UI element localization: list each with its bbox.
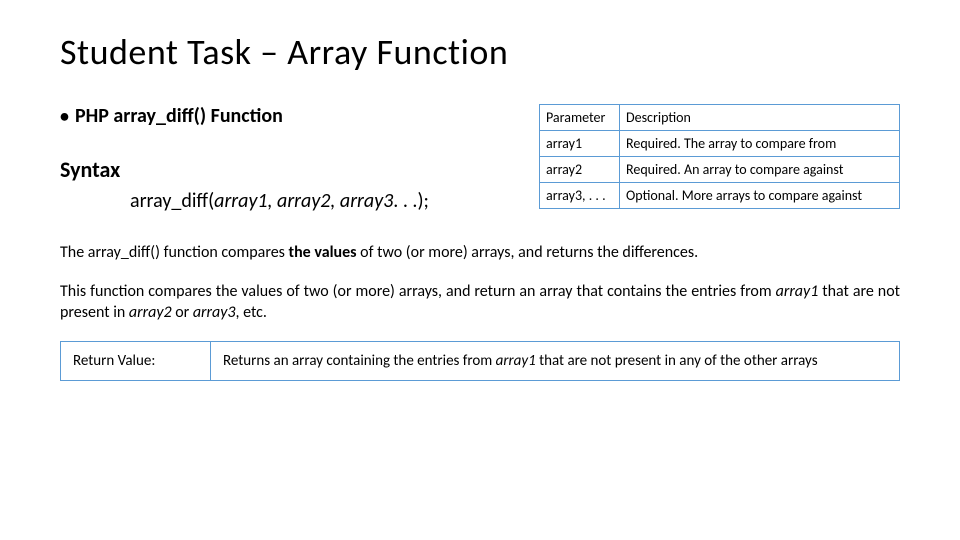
desc-cell: Optional. More arrays to compare against — [620, 183, 900, 209]
syntax-args: array1, array2, array3 — [214, 189, 393, 213]
rt-b: array1 — [496, 352, 536, 370]
upper-row: • PHP array_diff() Function Syntax array… — [60, 104, 900, 213]
p2-e: or — [172, 303, 193, 322]
bullet-icon: • — [60, 105, 69, 127]
subheading-text: PHP array_diff() Function — [75, 104, 283, 128]
syntax-code: array_diff(array1, array2, array3. . .); — [60, 189, 519, 213]
rt-c: that are not present in any of the other… — [536, 352, 818, 370]
desc-cell: Required. An array to compare against — [620, 157, 900, 183]
table-row: array1 Required. The array to compare fr… — [540, 131, 900, 157]
paragraph-2: This function compares the values of two… — [60, 282, 900, 324]
param-cell: array3, . . . — [540, 183, 620, 209]
param-cell: array2 — [540, 157, 620, 183]
p2-d: array2 — [129, 303, 172, 322]
p2-g: , etc. — [236, 303, 267, 322]
p1-c: of two (or more) arrays, and returns the… — [357, 243, 699, 262]
table-row: array2 Required. An array to compare aga… — [540, 157, 900, 183]
syntax-tail: . . .); — [393, 189, 429, 213]
p1-b: the values — [289, 243, 357, 262]
left-column: • PHP array_diff() Function Syntax array… — [60, 104, 519, 213]
header-parameter: Parameter — [540, 105, 620, 131]
parameter-table: Parameter Description array1 Required. T… — [539, 104, 900, 209]
syntax-block: Syntax array_diff(array1, array2, array3… — [60, 156, 519, 213]
table-header-row: Parameter Description — [540, 105, 900, 131]
header-description: Description — [620, 105, 900, 131]
table-row: array3, . . . Optional. More arrays to c… — [540, 183, 900, 209]
p2-a: This function compares the values of two… — [60, 282, 776, 301]
paragraph-1: The array_diff() function compares the v… — [60, 243, 900, 264]
table-row: Return Value: Returns an array containin… — [61, 342, 900, 381]
subheading: • PHP array_diff() Function — [60, 104, 519, 128]
syntax-fn: array_diff( — [130, 189, 214, 213]
return-label-cell: Return Value: — [61, 342, 211, 381]
syntax-label: Syntax — [60, 156, 519, 183]
return-text-cell: Returns an array containing the entries … — [211, 342, 900, 381]
page-title: Student Task – Array Function — [60, 30, 900, 74]
return-value-table: Return Value: Returns an array containin… — [60, 341, 900, 381]
p1-a: The array_diff() function compares — [60, 243, 289, 262]
desc-cell: Required. The array to compare from — [620, 131, 900, 157]
rt-a: Returns an array containing the entries … — [223, 352, 496, 370]
p2-b: array1 — [776, 282, 819, 301]
param-cell: array1 — [540, 131, 620, 157]
p2-f: array3 — [193, 303, 236, 322]
